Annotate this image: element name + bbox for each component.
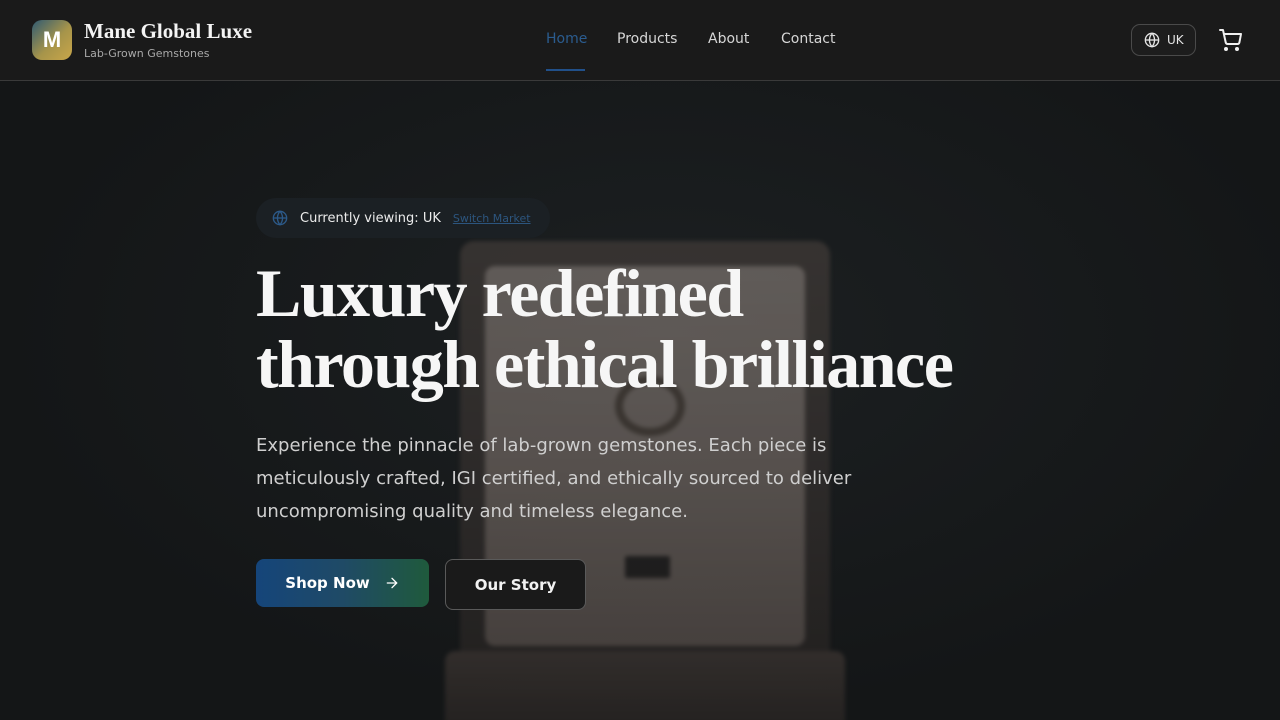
nav-active-indicator [546, 69, 585, 71]
nav-contact[interactable]: Contact [781, 31, 835, 47]
shop-now-label: Shop Now [285, 574, 370, 592]
hero-description: Experience the pinnacle of lab-grown gem… [256, 435, 852, 522]
shop-now-button[interactable]: Shop Now [256, 559, 429, 607]
switch-market-link[interactable]: Switch Market [453, 212, 531, 225]
nav-about[interactable]: About [708, 31, 749, 47]
market-code: UK [1167, 33, 1184, 47]
our-story-label: Our Story [474, 575, 557, 594]
cart-icon [1219, 29, 1242, 51]
hero-section: Currently viewing: UK Switch Market Luxu… [0, 81, 1280, 720]
current-market-text: Currently viewing: UK [300, 210, 441, 226]
globe-icon [272, 210, 288, 226]
brand-subtitle: Lab-Grown Gemstones [84, 47, 210, 60]
hero-headline: Luxury redefined through ethical brillia… [256, 258, 1056, 400]
headline-line-1: Luxury redefined [256, 255, 744, 331]
our-story-button[interactable]: Our Story [445, 559, 586, 610]
brand-title[interactable]: Mane Global Luxe [84, 19, 252, 44]
arrow-right-icon [386, 577, 398, 589]
market-selector-button[interactable]: UK [1131, 24, 1196, 56]
headline-line-2: through ethical brilliance [256, 326, 954, 402]
nav-products[interactable]: Products [617, 31, 677, 47]
nav-home[interactable]: Home [546, 31, 587, 47]
site-header: M Mane Global Luxe Lab-Grown Gemstones H… [0, 0, 1280, 81]
cart-button[interactable] [1218, 28, 1242, 52]
globe-icon [1144, 32, 1160, 48]
market-banner: Currently viewing: UK Switch Market [256, 198, 550, 238]
logo-badge[interactable]: M [32, 20, 72, 60]
